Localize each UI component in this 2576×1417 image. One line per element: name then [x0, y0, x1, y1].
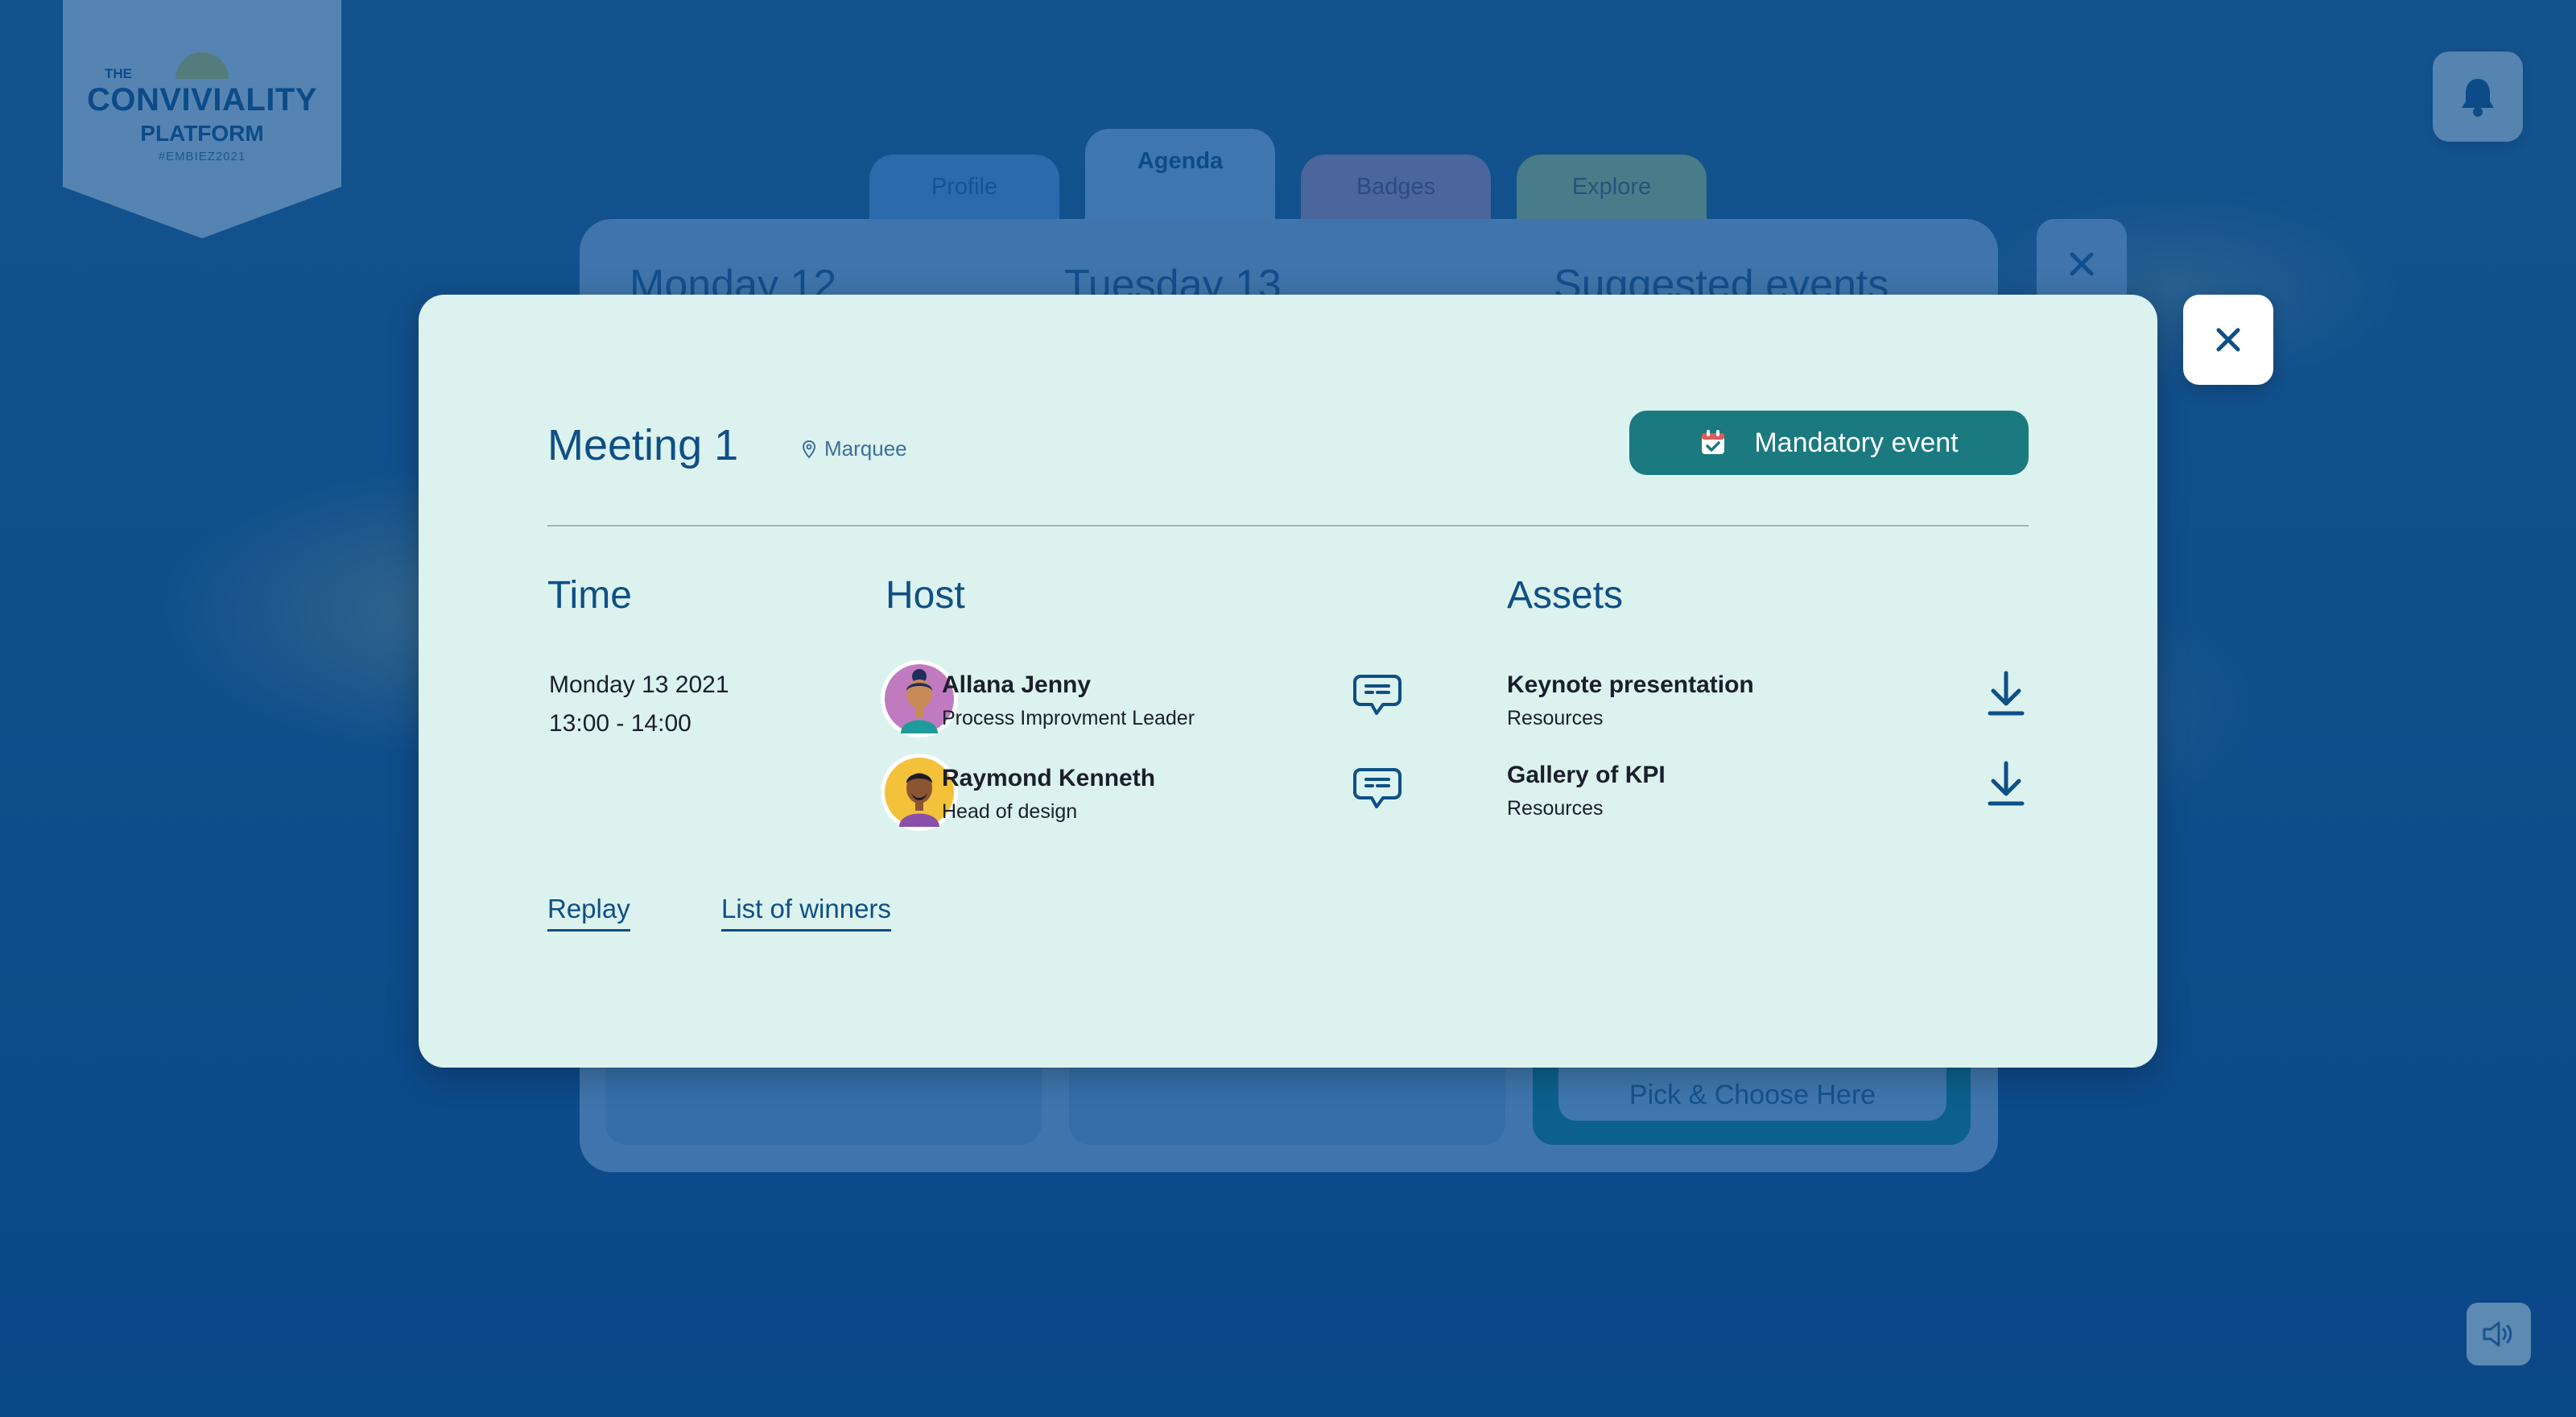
calendar-check-icon — [1702, 430, 1725, 454]
host-heading: Host — [886, 574, 965, 617]
assets-heading: Assets — [1507, 574, 1624, 617]
replay-link[interactable]: Replay — [547, 894, 630, 932]
host-role: Head of design — [942, 800, 1078, 823]
host-name: Raymond Kenneth — [942, 765, 1156, 791]
mandatory-event-button[interactable]: Mandatory event — [1629, 411, 2029, 475]
asset-type: Resources — [1507, 707, 1604, 729]
host-name: Allana Jenny — [942, 671, 1092, 698]
asset-name: Gallery of KPI — [1507, 762, 1666, 788]
event-title: Meeting 1 — [547, 421, 739, 469]
speaker-icon — [2483, 1321, 2512, 1347]
sound-toggle-button[interactable] — [2467, 1303, 2531, 1365]
header-divider — [547, 525, 2029, 527]
event-time-range: 13:00 - 14:00 — [549, 710, 691, 737]
close-icon — [2216, 328, 2240, 352]
list-of-winners-link[interactable]: List of winners — [721, 894, 891, 932]
host-role: Process Improvment Leader — [942, 707, 1195, 729]
event-location-label: Marquee — [824, 436, 907, 461]
asset-name: Keynote presentation — [1507, 671, 1754, 698]
time-heading: Time — [547, 574, 632, 617]
download-icon[interactable] — [1984, 760, 2029, 808]
mandatory-event-label: Mandatory event — [1754, 427, 1959, 458]
download-icon[interactable] — [1984, 670, 2029, 718]
modal-close-button[interactable] — [2183, 295, 2273, 385]
asset-type: Resources — [1507, 797, 1604, 820]
chat-icon[interactable] — [1352, 766, 1402, 810]
location-pin-icon — [802, 440, 816, 459]
chat-icon[interactable] — [1352, 673, 1402, 717]
event-date: Monday 13 2021 — [549, 671, 729, 698]
event-detail-modal: Meeting 1 Marquee Mandatory event Time H… — [419, 295, 2157, 1068]
event-location: Marquee — [802, 436, 907, 461]
